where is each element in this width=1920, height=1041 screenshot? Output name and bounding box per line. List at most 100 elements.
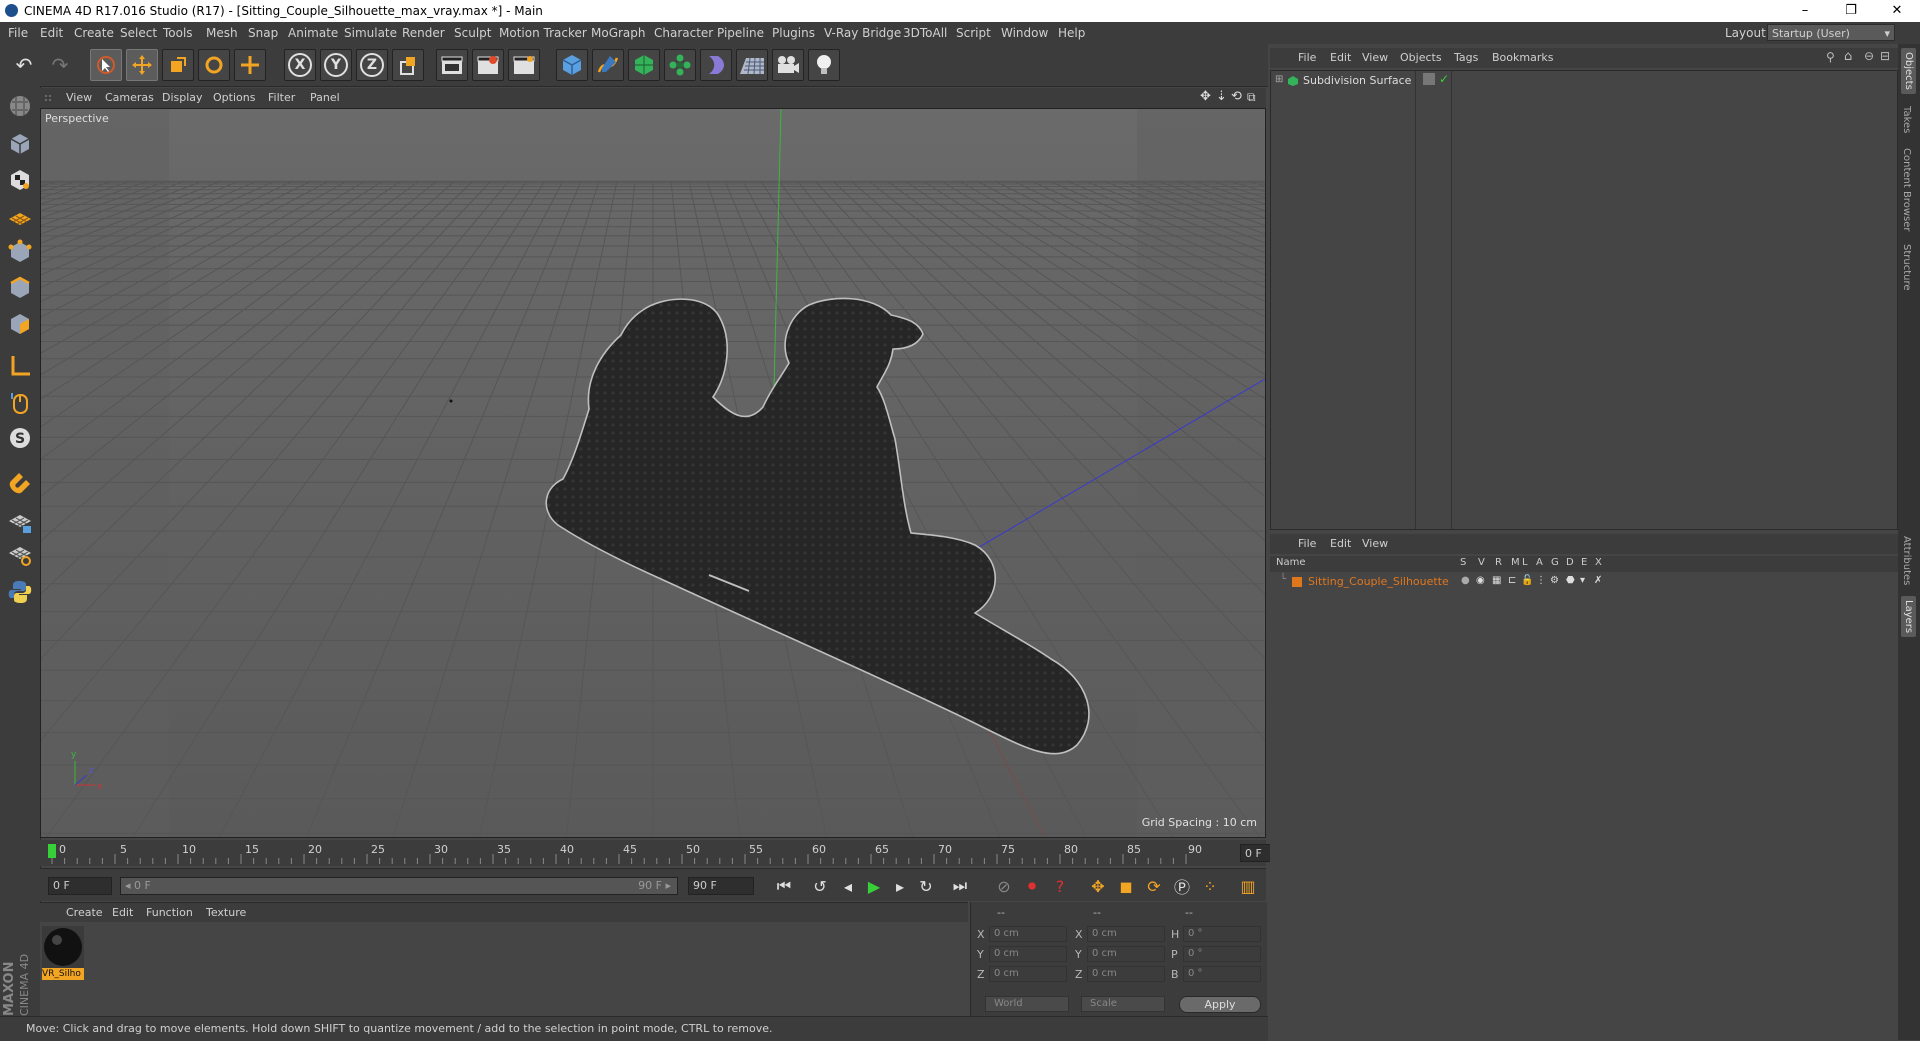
coord-pos-z-field[interactable]: 0 cm <box>989 966 1067 982</box>
object-menu-edit[interactable]: Edit <box>1330 51 1351 64</box>
previous-key-button[interactable]: ↺ <box>808 874 832 898</box>
dolly-view-icon[interactable]: ⇣ <box>1216 89 1227 104</box>
side-tab-takes[interactable]: Takes <box>1901 106 1912 133</box>
coord-rot-p-field[interactable]: 0 ° <box>1183 946 1261 962</box>
menu-create[interactable]: Create <box>74 26 114 40</box>
coord-rot-b-field[interactable]: 0 ° <box>1183 966 1261 982</box>
minimize-button[interactable]: – <box>1782 0 1828 22</box>
axis-mode-button[interactable] <box>4 350 36 382</box>
end-frame-field[interactable]: 90 F <box>688 877 754 895</box>
menu-tools[interactable]: Tools <box>163 26 193 40</box>
menu-file[interactable]: File <box>8 26 28 40</box>
record-position-button[interactable]: ⊘ <box>992 874 1016 898</box>
minimize-panel-icon[interactable]: ⊖ <box>1864 49 1874 63</box>
menu-plugins[interactable]: Plugins <box>772 26 815 40</box>
tweak-mode-button[interactable] <box>4 386 36 418</box>
perspective-viewport[interactable]: y x z Perspective Grid Spacing : 10 cm <box>40 108 1266 838</box>
scale-tool-button[interactable] <box>162 49 194 81</box>
coord-mode-world-dropdown[interactable]: World <box>985 996 1069 1012</box>
layer-color-swatch[interactable] <box>1292 577 1302 587</box>
locked-workplane-button[interactable] <box>4 506 36 538</box>
menu-select[interactable]: Select <box>120 26 157 40</box>
recent-tool-button[interactable] <box>234 49 266 81</box>
apply-button[interactable]: Apply <box>1179 996 1261 1013</box>
object-menu-tags[interactable]: Tags <box>1454 51 1478 64</box>
menu-pipeline[interactable]: Pipeline <box>717 26 764 40</box>
layer-menu-edit[interactable]: Edit <box>1330 537 1351 550</box>
solo-dot-icon[interactable]: ● <box>1461 575 1470 586</box>
key-parameter-button[interactable]: Ⓟ <box>1170 874 1194 898</box>
add-camera-button[interactable] <box>772 49 804 81</box>
menu-sculpt[interactable]: Sculpt <box>454 26 491 40</box>
start-frame-field[interactable]: 0 F <box>48 877 112 895</box>
side-tab-layers[interactable]: Layers <box>1901 596 1916 638</box>
menu-mesh[interactable]: Mesh <box>206 26 238 40</box>
coord-pos-y-field[interactable]: 0 cm <box>989 946 1067 962</box>
coord-size-x-field[interactable]: 0 cm <box>1087 926 1165 942</box>
key-position-button[interactable]: ✥ <box>1086 874 1110 898</box>
object-row-subdivision-surface[interactable]: ⊞ Subdivision Surface ✓ <box>1275 72 1895 89</box>
add-subdivision-button[interactable] <box>628 49 660 81</box>
menu-edit[interactable]: Edit <box>40 26 63 40</box>
menu-mograph[interactable]: MoGraph <box>591 26 646 40</box>
object-menu-view[interactable]: View <box>1362 51 1388 64</box>
next-key-button[interactable]: ↻ <box>914 874 938 898</box>
add-floor-button[interactable] <box>736 49 768 81</box>
maximize-view-icon[interactable]: ⧉ <box>1247 90 1256 105</box>
expand-tree-icon[interactable]: ⊞ <box>1275 74 1283 85</box>
next-frame-button[interactable]: ▸ <box>888 874 912 898</box>
add-light-button[interactable] <box>808 49 840 81</box>
redo-button[interactable]: ↷ <box>44 49 76 81</box>
side-tab-structure[interactable]: Structure <box>1901 244 1912 291</box>
go-to-start-button[interactable]: ⏮ <box>772 874 796 898</box>
texture-mode-button[interactable] <box>4 164 36 196</box>
timeline-window-button[interactable]: ▥ <box>1236 874 1260 898</box>
layer-menu-file[interactable]: File <box>1298 537 1316 550</box>
rotate-tool-button[interactable] <box>198 49 230 81</box>
menu-simulate[interactable]: Simulate <box>344 26 397 40</box>
menu-help[interactable]: Help <box>1058 26 1085 40</box>
move-tool-button[interactable] <box>126 49 158 81</box>
undo-button[interactable]: ↶ <box>8 49 40 81</box>
close-button[interactable]: ✕ <box>1874 0 1920 22</box>
layer-tag-icon[interactable] <box>1423 73 1435 85</box>
menu-snap[interactable]: Snap <box>248 26 278 40</box>
material-menu-edit[interactable]: Edit <box>112 906 133 919</box>
model-mode-button[interactable] <box>4 128 36 160</box>
coord-size-y-field[interactable]: 0 cm <box>1087 946 1165 962</box>
menu-vray-bridge[interactable]: V-Ray Bridge <box>824 26 901 40</box>
planar-workplane-button[interactable] <box>4 538 36 570</box>
z-axis-button[interactable]: Z <box>356 49 388 81</box>
timeline-track[interactable]: 0 5 10 15 20 25 30 35 40 45 50 55 60 65 … <box>48 840 1202 866</box>
render-icon[interactable]: ▦ <box>1492 575 1501 586</box>
viewport-menu-panel[interactable]: Panel <box>310 91 340 104</box>
viewport-menu-view[interactable]: View <box>66 91 92 104</box>
menu-animate[interactable]: Animate <box>288 26 338 40</box>
key-scale-button[interactable]: ◼ <box>1114 874 1138 898</box>
y-axis-button[interactable]: Y <box>320 49 352 81</box>
viewport-menu-display[interactable]: Display <box>162 91 203 104</box>
add-array-button[interactable] <box>664 49 696 81</box>
deformers-icon[interactable]: ⬣ <box>1566 575 1575 586</box>
side-tab-objects[interactable]: Objects <box>1901 48 1916 94</box>
side-tab-attributes[interactable]: Attributes <box>1901 536 1912 585</box>
menu-render[interactable]: Render <box>402 26 445 40</box>
timeline-ruler[interactable]: 0 5 10 15 20 25 30 35 40 45 50 55 60 65 … <box>40 840 1304 866</box>
viewport-menu-filter[interactable]: Filter <box>268 91 295 104</box>
menu-script[interactable]: Script <box>956 26 991 40</box>
visible-eye-icon[interactable]: ◉ <box>1476 575 1485 586</box>
select-tool-button[interactable] <box>90 49 122 81</box>
render-view-button[interactable] <box>436 49 468 81</box>
record-active-button[interactable]: ⏺ <box>1020 874 1044 898</box>
material-menu-create[interactable]: Create <box>66 906 103 919</box>
enable-snap-button[interactable] <box>4 468 36 500</box>
autokey-button[interactable]: ? <box>1048 874 1072 898</box>
viewport-menu-options[interactable]: Options <box>213 91 255 104</box>
add-deformer-button[interactable] <box>700 49 732 81</box>
coord-rot-h-field[interactable]: 0 ° <box>1183 926 1261 942</box>
render-settings-button[interactable] <box>508 49 540 81</box>
viewport-menu-cameras[interactable]: Cameras <box>105 91 154 104</box>
points-mode-button[interactable] <box>4 236 36 268</box>
enabled-check-icon[interactable]: ✓ <box>1439 72 1449 86</box>
menu-3dtoall[interactable]: 3DToAll <box>903 26 947 40</box>
